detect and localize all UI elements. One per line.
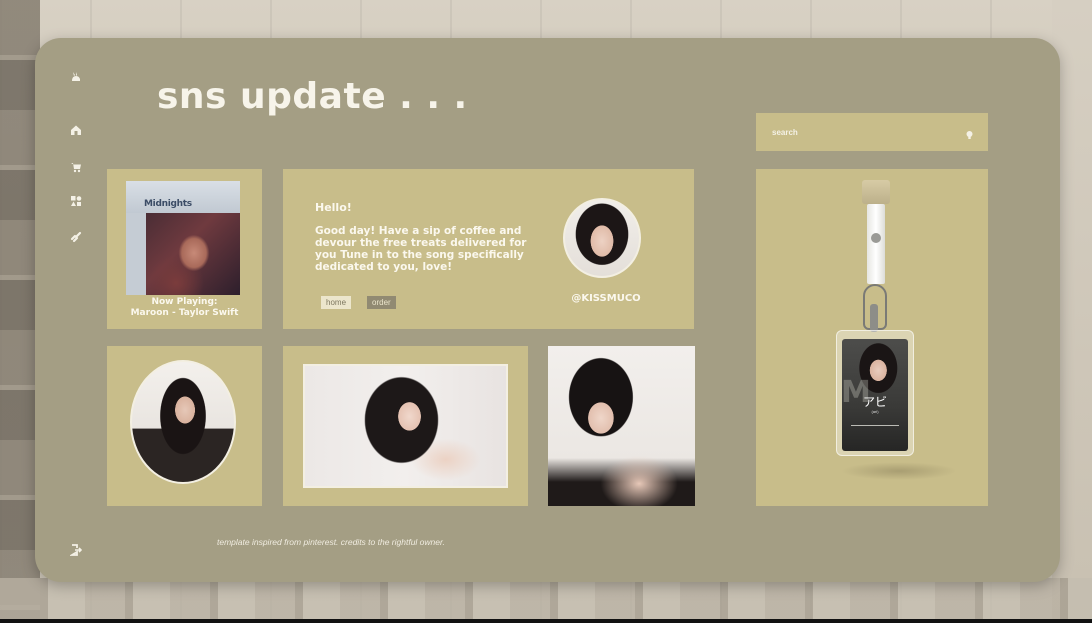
background-shelf-bottom (0, 578, 1092, 623)
main-panel: sns update . . . Midnights Now Playing: … (35, 38, 1060, 582)
home-button[interactable]: home (321, 296, 352, 309)
cart-icon[interactable] (70, 161, 82, 173)
portrait-card (107, 346, 262, 506)
home-icon[interactable] (70, 124, 82, 136)
link-icon[interactable] (70, 231, 82, 243)
now-playing-card: Midnights Now Playing: Maroon - Taylor S… (107, 169, 262, 329)
oval-portrait-photo[interactable] (130, 360, 236, 484)
tall-photo[interactable] (548, 346, 695, 506)
photo-card (283, 346, 528, 506)
lanyard-logo-icon (871, 233, 881, 243)
order-button[interactable]: order (367, 296, 396, 309)
greeting: Hello! (315, 201, 352, 214)
id-badge[interactable]: M アビ (ari) (836, 330, 914, 456)
rabbit-icon[interactable] (70, 71, 82, 83)
avatar[interactable] (563, 198, 641, 278)
album-photo (146, 213, 240, 295)
message-card: Hello! Good day! Have a sip of coffee an… (283, 169, 694, 329)
bottom-bar (0, 619, 1092, 623)
album-cover[interactable]: Midnights (126, 181, 240, 295)
lightbulb-icon[interactable] (965, 127, 974, 139)
lanyard-buckle (862, 180, 890, 204)
background-shelf-left (0, 0, 40, 623)
message-body: Good day! Have a sip of coffee and devou… (315, 225, 527, 273)
badge-subtitle: (ari) (871, 409, 879, 414)
logout-icon[interactable] (70, 544, 82, 556)
search-bar[interactable] (756, 113, 988, 151)
username-handle[interactable]: @KISSMUCO (553, 293, 659, 304)
badge-divider (851, 425, 899, 426)
badge-shadow (841, 462, 957, 480)
now-playing-track: Maroon - Taylor Swift (130, 308, 239, 318)
credits-text: template inspired from pinterest. credit… (217, 537, 445, 547)
search-input[interactable] (772, 127, 965, 137)
shapes-icon[interactable] (70, 195, 82, 207)
now-playing-label: Now Playing: (151, 297, 218, 307)
badge-name: アビ (862, 395, 887, 409)
lanyard-hook (870, 304, 878, 332)
lanyard-strap (867, 204, 885, 284)
album-title: Midnights (144, 199, 192, 209)
wide-photo[interactable] (303, 364, 508, 488)
page-title: sns update . . . (157, 76, 468, 117)
